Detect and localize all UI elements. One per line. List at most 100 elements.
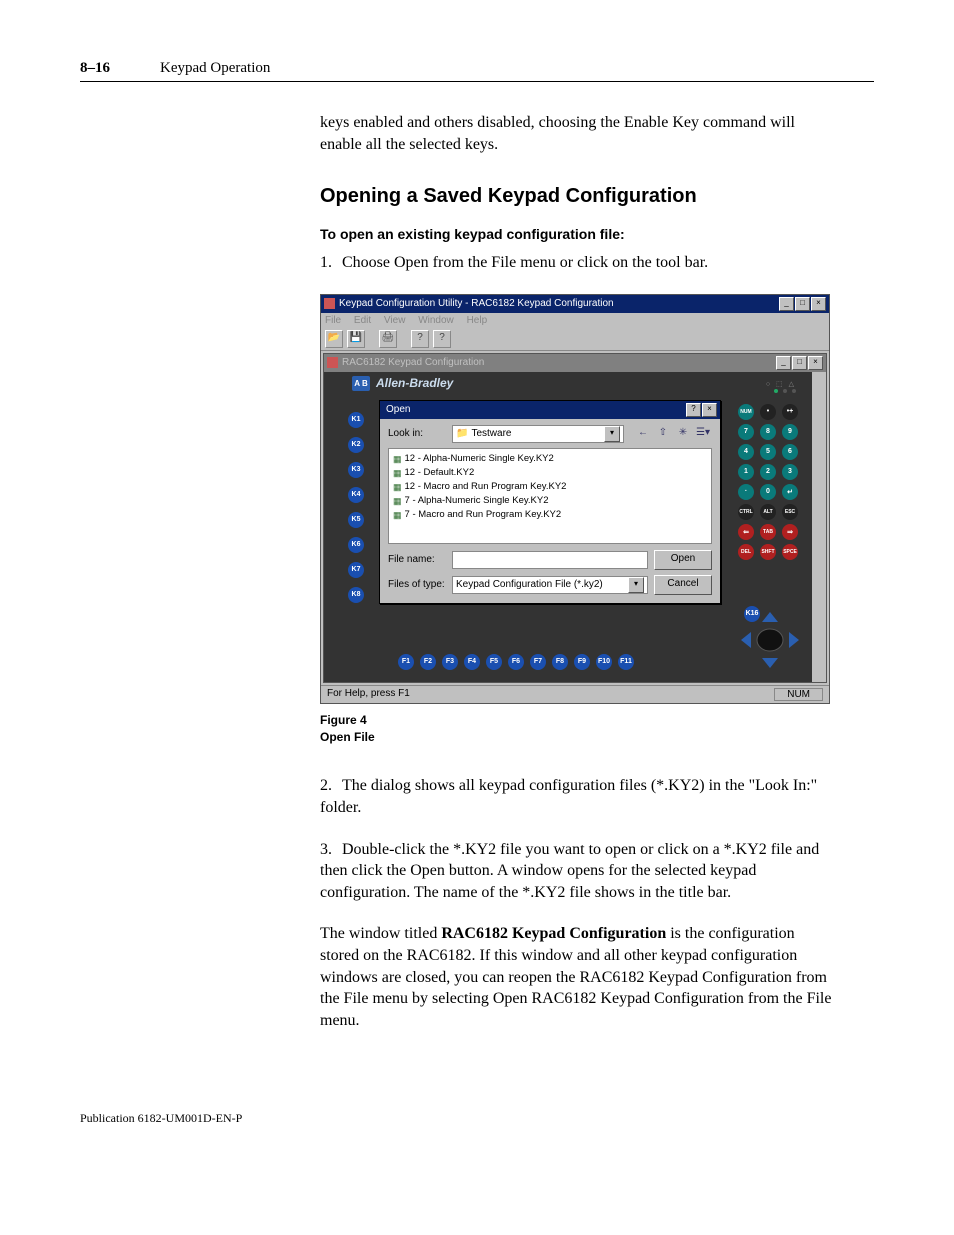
print-icon[interactable]: 🖨	[379, 330, 397, 348]
key-f9[interactable]: F9	[574, 654, 590, 670]
app-titlebar[interactable]: Keypad Configuration Utility - RAC6182 K…	[321, 295, 829, 313]
key-f8[interactable]: F8	[552, 654, 568, 670]
menu-window[interactable]: Window	[418, 315, 454, 326]
dialog-close-button[interactable]: ×	[702, 403, 717, 417]
dropdown-arrow-icon[interactable]: ▾	[628, 577, 644, 593]
save-icon[interactable]: 💾	[347, 330, 365, 348]
key-3[interactable]: 3	[782, 464, 798, 480]
whats-this-icon[interactable]: ?	[433, 330, 451, 348]
close-button[interactable]: ×	[811, 297, 826, 311]
new-folder-icon[interactable]: ✳	[674, 425, 692, 443]
key-9[interactable]: 9	[782, 424, 798, 440]
key-k1[interactable]: K1	[348, 412, 364, 428]
key-f6[interactable]: F6	[508, 654, 524, 670]
filetype-combo[interactable]: Keypad Configuration File (*.ky2) ▾	[452, 576, 648, 594]
cancel-button[interactable]: Cancel	[654, 575, 712, 595]
key-8[interactable]: 8	[760, 424, 776, 440]
bottom-key-row: F1 F2 F3 F4 F5 F6 F7 F8 F9 F10 F11	[398, 654, 634, 670]
up-folder-icon[interactable]: ⇧	[654, 425, 672, 443]
file-item[interactable]: ▦12 - Alpha-Numeric Single Key.KY2	[393, 452, 707, 466]
child-maximize-button[interactable]: □	[792, 356, 807, 370]
maximize-button[interactable]: □	[795, 297, 810, 311]
filetype-label: Files of type:	[388, 579, 446, 590]
key-dot2[interactable]: ·	[738, 484, 754, 500]
key-ctrl[interactable]: CTRL	[738, 504, 754, 520]
nav-pad[interactable]	[741, 612, 799, 668]
open-icon[interactable]: 📂	[325, 330, 343, 348]
key-alt[interactable]: ALT	[760, 504, 776, 520]
key-2[interactable]: 2	[760, 464, 776, 480]
heading: Opening a Saved Keypad Configuration	[320, 185, 834, 208]
child-minimize-button[interactable]: _	[776, 356, 791, 370]
child-close-button[interactable]: ×	[808, 356, 823, 370]
filename-input[interactable]	[452, 551, 648, 569]
key-f1[interactable]: F1	[398, 654, 414, 670]
minimize-button[interactable]: _	[779, 297, 794, 311]
help-icon[interactable]: ?	[411, 330, 429, 348]
file-item[interactable]: ▦12 - Macro and Run Program Key.KY2	[393, 480, 707, 494]
menu-file[interactable]: File	[325, 315, 341, 326]
right-key-grid: NUM • •+ 7 8 9 4 5 6 1 2 3 · 0 ↵	[738, 404, 800, 560]
status-num: NUM	[774, 688, 823, 701]
back-icon[interactable]: ←	[634, 425, 652, 443]
key-f5[interactable]: F5	[486, 654, 502, 670]
menu-bar[interactable]: File Edit View Window Help	[321, 313, 829, 328]
dialog-titlebar[interactable]: Open ? ×	[380, 401, 720, 419]
key-del[interactable]: DEL	[738, 544, 754, 560]
menu-edit[interactable]: Edit	[354, 315, 371, 326]
child-titlebar[interactable]: RAC6182 Keypad Configuration _ □ ×	[324, 354, 826, 372]
key-f7[interactable]: F7	[530, 654, 546, 670]
key-k5[interactable]: K5	[348, 512, 364, 528]
file-item[interactable]: ▦7 - Macro and Run Program Key.KY2	[393, 508, 707, 522]
key-left[interactable]: ⇐	[738, 524, 754, 540]
key-k8[interactable]: K8	[348, 587, 364, 603]
keypad-area: A B Allen-Bradley ○ ⬚ △ K1 K2 K3 K4 K5 K…	[324, 372, 826, 682]
step-3: 3.Double-click the *.KY2 file you want t…	[320, 839, 834, 904]
key-1[interactable]: 1	[738, 464, 754, 480]
key-right[interactable]: ⇒	[782, 524, 798, 540]
key-enter[interactable]: ↵	[782, 484, 798, 500]
page-header: 8–16 Keypad Operation	[80, 60, 874, 82]
key-f3[interactable]: F3	[442, 654, 458, 670]
key-dotplus[interactable]: •+	[782, 404, 798, 420]
key-k7[interactable]: K7	[348, 562, 364, 578]
screenshot-app-window: Keypad Configuration Utility - RAC6182 K…	[320, 294, 830, 704]
figure-caption: Figure 4 Open File	[320, 712, 834, 746]
key-6[interactable]: 6	[782, 444, 798, 460]
dialog-help-button[interactable]: ?	[686, 403, 701, 417]
key-shift[interactable]: SHFT	[760, 544, 776, 560]
key-space[interactable]: SPCE	[782, 544, 798, 560]
lookin-combo[interactable]: 📁Testware ▾	[452, 425, 624, 443]
key-5[interactable]: 5	[760, 444, 776, 460]
child-title: RAC6182 Keypad Configuration	[342, 357, 772, 368]
key-k2[interactable]: K2	[348, 437, 364, 453]
app-icon	[324, 298, 335, 309]
key-f2[interactable]: F2	[420, 654, 436, 670]
file-item[interactable]: ▦7 - Alpha-Numeric Single Key.KY2	[393, 494, 707, 508]
lookin-label: Look in:	[388, 428, 446, 439]
key-esc[interactable]: ESC	[782, 504, 798, 520]
file-list[interactable]: ▦12 - Alpha-Numeric Single Key.KY2 ▦12 -…	[388, 448, 712, 544]
view-menu-icon[interactable]: ☰▾	[694, 425, 712, 443]
menu-help[interactable]: Help	[467, 315, 488, 326]
key-k3[interactable]: K3	[348, 462, 364, 478]
key-k6[interactable]: K6	[348, 537, 364, 553]
key-dot[interactable]: •	[760, 404, 776, 420]
dropdown-arrow-icon[interactable]: ▾	[604, 426, 620, 442]
key-tab[interactable]: TAB	[760, 524, 776, 540]
key-7[interactable]: 7	[738, 424, 754, 440]
open-button[interactable]: Open	[654, 550, 712, 570]
file-item[interactable]: ▦12 - Default.KY2	[393, 466, 707, 480]
filename-label: File name:	[388, 554, 446, 565]
key-f4[interactable]: F4	[464, 654, 480, 670]
key-numlock[interactable]: NUM	[738, 404, 754, 420]
key-k4[interactable]: K4	[348, 487, 364, 503]
app-title: Keypad Configuration Utility - RAC6182 K…	[339, 298, 775, 309]
closing-paragraph: The window titled RAC6182 Keypad Configu…	[320, 923, 834, 1031]
open-dialog: Open ? × Look in: 📁Testware	[379, 400, 721, 604]
key-f11[interactable]: F11	[618, 654, 634, 670]
menu-view[interactable]: View	[384, 315, 406, 326]
key-0[interactable]: 0	[760, 484, 776, 500]
key-f10[interactable]: F10	[596, 654, 612, 670]
key-4[interactable]: 4	[738, 444, 754, 460]
